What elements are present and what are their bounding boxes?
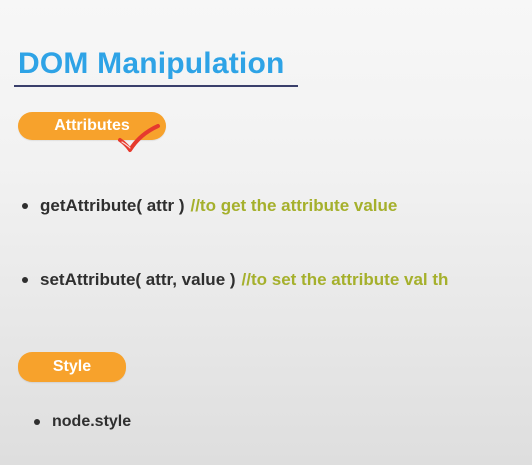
code-get-attribute: getAttribute( attr ) — [40, 196, 185, 215]
bullet-node-style: node.style — [34, 413, 131, 431]
comment-get-attribute: //to get the attribute value — [190, 196, 398, 215]
bullet-get-attribute: getAttribute( attr ) //to get the attrib… — [22, 196, 397, 216]
code-set-attribute: setAttribute( attr, value ) — [40, 270, 236, 289]
slide-title: DOM Manipulation — [18, 47, 285, 80]
style-section-pill: Style — [18, 352, 126, 382]
bullet-dot — [22, 277, 28, 283]
slide: DOM Manipulation Attributes getAttribute… — [0, 0, 532, 465]
comment-set-attribute: //to set the attribute val th — [241, 270, 449, 289]
style-section-label: Style — [52, 358, 92, 375]
code-node-style: node.style — [52, 413, 132, 430]
bullet-dot — [22, 203, 28, 209]
bullet-set-attribute: setAttribute( attr, value ) //to set the… — [22, 270, 448, 290]
checkmark-icon — [118, 124, 160, 152]
title-underline — [14, 85, 298, 87]
bullet-dot — [34, 419, 40, 425]
